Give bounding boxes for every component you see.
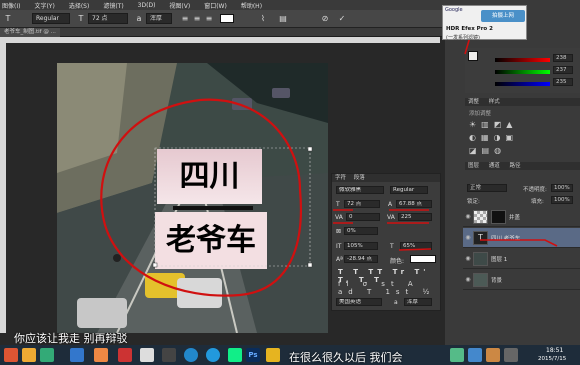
char-panel-annotations — [333, 209, 432, 251]
app-icon[interactable] — [206, 348, 220, 362]
app-icon[interactable] — [162, 348, 176, 362]
app-icon[interactable] — [22, 348, 36, 362]
folder-icon[interactable] — [266, 348, 280, 362]
app-icon[interactable] — [70, 348, 84, 362]
tray-icon[interactable] — [468, 348, 482, 362]
tray-icon[interactable] — [486, 348, 500, 362]
popup-subtitle: (一发系列滤镜) — [446, 35, 480, 41]
app-icon[interactable] — [40, 348, 54, 362]
clock-time: 18:51 — [546, 347, 564, 354]
app-icon[interactable] — [4, 348, 18, 362]
video-subtitle-overlay: 在很么很久以后 我们会 — [289, 351, 403, 364]
layer-annotation — [464, 19, 558, 247]
popup-title: Google — [445, 7, 463, 13]
video-subtitle: 你应该让我走 别再辩驳 — [14, 332, 128, 345]
app-icon[interactable] — [118, 348, 132, 362]
popup-action-button[interactable]: 拍摄上网 — [481, 10, 525, 22]
app-icon[interactable] — [140, 348, 154, 362]
popup-app-name: HDR Efex Pro 2 — [446, 26, 493, 32]
photoshop-icon[interactable]: Ps — [246, 348, 260, 362]
tray-icon[interactable] — [450, 348, 464, 362]
plugin-popup: Google 拍摄上网 HDR Efex Pro 2 (一发系列滤镜) — [442, 5, 527, 41]
clock-date: 2015/7/15 — [538, 356, 567, 362]
app-icon[interactable] — [94, 348, 108, 362]
media-player-icon[interactable] — [184, 348, 198, 362]
app-icon[interactable] — [228, 348, 242, 362]
volume-icon[interactable] — [504, 348, 518, 362]
